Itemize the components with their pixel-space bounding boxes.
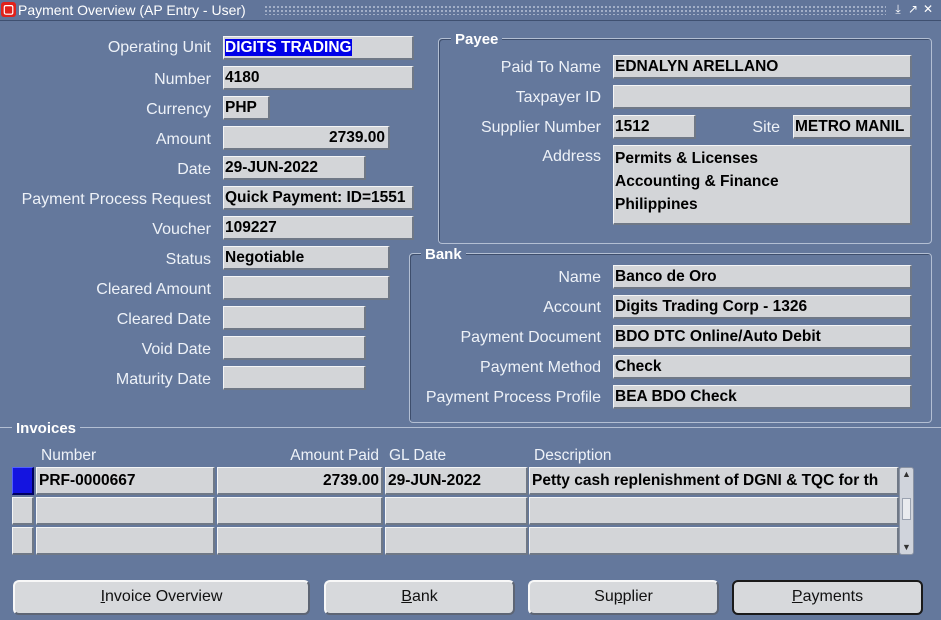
void-date-field[interactable] <box>223 336 366 360</box>
payments-mnemonic: P <box>791 588 803 605</box>
row-selector-3[interactable] <box>12 527 34 555</box>
bank-label-post: ank <box>411 588 438 605</box>
payment-method-label: Payment Method <box>480 359 601 376</box>
scroll-thumb[interactable] <box>902 498 911 520</box>
bank-name-label: Name <box>558 269 601 286</box>
date-label: Date <box>177 161 211 178</box>
taxpayer-id-label: Taxpayer ID <box>515 89 601 106</box>
invoices-scrollbar[interactable]: ▲ ▼ <box>899 467 914 555</box>
amount-paid-cell[interactable]: 2739.00 <box>217 467 383 495</box>
col-header-description: Description <box>534 447 612 464</box>
date-field[interactable]: 29-JUN-2022 <box>223 156 366 180</box>
payment-document-field[interactable]: BDO DTC Online/Auto Debit <box>613 325 912 349</box>
window-titlebar: ▢ Payment Overview (AP Entry - User) ⤓ ↗… <box>0 0 941 21</box>
payment-method-field[interactable]: Check <box>613 355 912 379</box>
scroll-up-icon[interactable]: ▲ <box>901 469 912 480</box>
scroll-down-icon[interactable]: ▼ <box>901 542 912 553</box>
payment-process-request-label: Payment Process Request <box>21 191 211 208</box>
number-label: Number <box>154 71 211 88</box>
amount-paid-cell[interactable] <box>217 527 383 555</box>
invoice-overview-button[interactable]: Invoice Overview <box>13 580 310 615</box>
taxpayer-id-field[interactable] <box>613 85 912 109</box>
row-selector-1[interactable] <box>12 467 34 495</box>
amount-label: Amount <box>155 131 211 148</box>
site-field[interactable]: METRO MANIL <box>793 115 912 139</box>
address-field[interactable]: Permits & Licenses Accounting & Finance … <box>613 145 912 225</box>
currency-field[interactable]: PHP <box>223 96 270 120</box>
operating-unit-field[interactable]: DIGITS TRADING <box>223 36 414 60</box>
col-header-gl-date: GL Date <box>389 447 447 464</box>
payments-button[interactable]: Payments <box>732 580 923 615</box>
close-icon[interactable]: ✕ <box>922 2 934 16</box>
invoice-overview-label-post: nvoice Overview <box>105 588 223 605</box>
gl-date-cell[interactable] <box>385 527 528 555</box>
address-line-2: Accounting & Finance <box>615 173 779 190</box>
currency-label: Currency <box>146 101 211 118</box>
invoice-number-cell[interactable]: PRF-0000667 <box>36 467 215 495</box>
paid-to-name-label: Paid To Name <box>500 59 601 76</box>
payment-process-profile-field[interactable]: BEA BDO Check <box>613 385 912 409</box>
col-header-amount-paid: Amount Paid <box>290 447 379 464</box>
supplier-number-field[interactable]: 1512 <box>613 115 696 139</box>
amount-paid-cell[interactable] <box>217 497 383 525</box>
cleared-date-field[interactable] <box>223 306 366 330</box>
void-date-label: Void Date <box>141 341 211 358</box>
description-cell[interactable] <box>529 527 899 555</box>
site-label: Site <box>752 119 780 136</box>
maturity-date-field[interactable] <box>223 366 366 390</box>
oracle-app-icon: ▢ <box>1 2 16 17</box>
cleared-amount-label: Cleared Amount <box>96 281 211 298</box>
supplier-label-post: plier <box>622 588 653 605</box>
status-field[interactable]: Negotiable <box>223 246 390 270</box>
status-label: Status <box>165 251 211 268</box>
voucher-field[interactable]: 109227 <box>223 216 414 240</box>
maximize-icon[interactable]: ↗ <box>907 2 919 16</box>
address-line-1: Permits & Licenses <box>615 150 759 167</box>
payee-section-title: Payee <box>451 31 503 49</box>
window-title: Payment Overview (AP Entry - User) <box>18 2 246 18</box>
bank-account-field[interactable]: Digits Trading Corp - 1326 <box>613 295 912 319</box>
amount-field[interactable]: 2739.00 <box>223 126 390 150</box>
gl-date-cell[interactable]: 29-JUN-2022 <box>385 467 528 495</box>
number-field[interactable]: 4180 <box>223 66 414 90</box>
bank-button[interactable]: Bank <box>324 580 515 615</box>
cleared-amount-field[interactable] <box>223 276 390 300</box>
payment-document-label: Payment Document <box>460 329 601 346</box>
address-line-3: Philippines <box>615 196 698 213</box>
invoice-number-cell[interactable] <box>36 527 215 555</box>
payment-process-request-field[interactable]: Quick Payment: ID=1551 <box>223 186 414 210</box>
supplier-label-pre: Su <box>594 588 614 605</box>
gl-date-cell[interactable] <box>385 497 528 525</box>
invoices-divider <box>0 427 941 428</box>
cleared-date-label: Cleared Date <box>116 311 211 328</box>
row-selector-2[interactable] <box>12 497 34 525</box>
supplier-number-label: Supplier Number <box>480 119 601 136</box>
bank-section-title: Bank <box>421 246 466 264</box>
invoices-section-title: Invoices <box>12 420 81 438</box>
address-label: Address <box>542 148 601 165</box>
bank-name-field[interactable]: Banco de Oro <box>613 265 912 289</box>
description-cell[interactable] <box>529 497 899 525</box>
description-cell[interactable]: Petty cash replenishment of DGNI & TQC f… <box>529 467 899 495</box>
supplier-mnemonic: p <box>613 588 623 605</box>
invoice-number-cell[interactable] <box>36 497 215 525</box>
operating-unit-value: DIGITS TRADING <box>225 39 352 56</box>
bank-mnemonic: B <box>401 588 412 605</box>
minimize-icon[interactable]: ⤓ <box>892 2 904 16</box>
col-header-number: Number <box>41 447 97 464</box>
voucher-label: Voucher <box>152 221 211 238</box>
bank-account-label: Account <box>543 299 601 316</box>
supplier-button[interactable]: Supplier <box>528 580 719 615</box>
operating-unit-label: Operating Unit <box>107 39 211 56</box>
payments-label-post: ayments <box>802 588 864 605</box>
paid-to-name-field[interactable]: EDNALYN ARELLANO <box>613 55 912 79</box>
payment-process-profile-label: Payment Process Profile <box>425 389 601 406</box>
maturity-date-label: Maturity Date <box>115 371 211 388</box>
titlebar-drag-area[interactable] <box>264 5 886 15</box>
